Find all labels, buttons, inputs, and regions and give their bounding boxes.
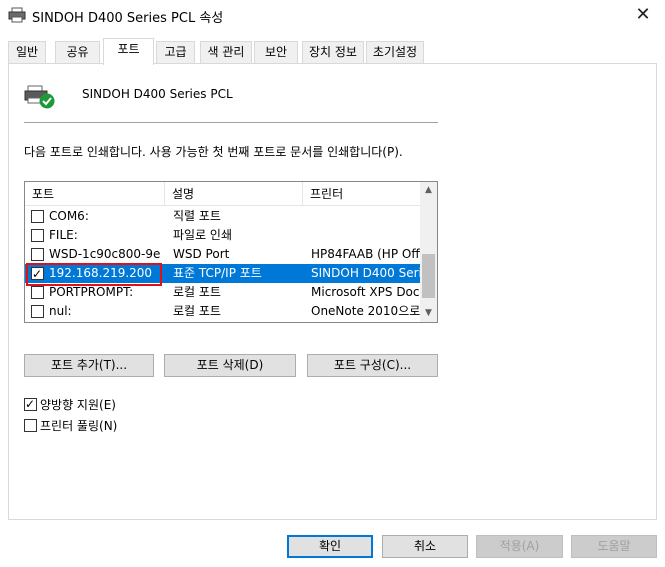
port-checkbox[interactable] xyxy=(31,286,44,299)
port-desc: 로컬 포트 xyxy=(173,304,221,318)
port-name: COM6: xyxy=(49,209,89,223)
port-desc: 로컬 포트 xyxy=(173,285,221,299)
port-desc: WSD Port xyxy=(173,247,230,261)
checkbox-box[interactable] xyxy=(24,419,37,432)
port-name: FILE: xyxy=(49,228,78,242)
tab-security[interactable]: 보안 xyxy=(254,41,298,63)
list-item[interactable]: FILE: 파일로 인쇄 xyxy=(25,226,421,245)
help-button[interactable]: 도움말 xyxy=(571,535,657,558)
chevron-up-icon[interactable]: ▲ xyxy=(420,182,437,199)
configure-port-button[interactable]: 포트 구성(C)... xyxy=(307,354,438,377)
port-name: nul: xyxy=(49,304,72,318)
column-header-description[interactable]: 설명 xyxy=(165,182,303,206)
highlight-box xyxy=(26,263,162,286)
checkbox-label: 양방향 지원(E) xyxy=(40,398,116,412)
apply-button[interactable]: 적용(A) xyxy=(476,535,563,558)
tab-color-management[interactable]: 색 관리 xyxy=(200,41,252,63)
cancel-button[interactable]: 취소 xyxy=(382,535,468,558)
printer-name: SINDOH D400 Series PCL xyxy=(82,87,233,101)
printer-icon xyxy=(24,85,55,109)
tab-initial-settings[interactable]: 초기설정 xyxy=(366,41,424,63)
tab-general[interactable]: 일반 xyxy=(8,41,46,63)
tab-device-settings[interactable]: 장치 정보 xyxy=(302,41,364,63)
port-name: WSD-1c90c800-9e... xyxy=(49,247,161,261)
list-header: 포트 설명 프린터 xyxy=(25,182,421,206)
port-list[interactable]: 포트 설명 프린터 COM6: 직렬 포트 FILE: 파일로 인쇄 WSD-1… xyxy=(24,181,438,323)
port-desc: 직렬 포트 xyxy=(173,209,221,223)
port-printer: OneNote 2010으로 . xyxy=(311,304,421,318)
port-desc: 표준 TCP/IP 포트 xyxy=(173,266,262,280)
port-checkbox[interactable] xyxy=(31,229,44,242)
separator xyxy=(24,122,438,123)
ok-button[interactable]: 확인 xyxy=(287,535,373,558)
add-port-button[interactable]: 포트 추가(T)... xyxy=(24,354,154,377)
list-item[interactable]: COM6: 직렬 포트 xyxy=(25,207,421,226)
delete-port-button[interactable]: 포트 삭제(D) xyxy=(164,354,296,377)
chevron-down-icon[interactable]: ▼ xyxy=(420,305,437,322)
column-header-port[interactable]: 포트 xyxy=(25,182,165,206)
tab-sharing[interactable]: 공유 xyxy=(55,41,100,63)
port-printer: HP84FAAB (HP Office xyxy=(311,247,421,261)
port-checkbox[interactable] xyxy=(31,210,44,223)
list-item[interactable]: WSD-1c90c800-9e... WSD Port HP84FAAB (HP… xyxy=(25,245,421,264)
printer-icon xyxy=(8,7,26,23)
checkbox-label: 프린터 풀링(N) xyxy=(40,419,118,433)
vertical-scrollbar[interactable]: ▲ ▼ xyxy=(420,182,437,322)
tab-ports[interactable]: 포트 xyxy=(103,38,154,65)
port-checkbox[interactable] xyxy=(31,248,44,261)
tab-advanced[interactable]: 고급 xyxy=(156,41,195,63)
port-checkbox[interactable] xyxy=(31,305,44,318)
tab-strip: 일반 공유 포트 고급 색 관리 보안 장치 정보 초기설정 xyxy=(0,38,665,65)
port-desc: 파일로 인쇄 xyxy=(173,228,233,242)
checkbox-box[interactable] xyxy=(24,396,37,412)
column-header-printer[interactable]: 프린터 xyxy=(303,182,421,206)
list-item[interactable]: nul: 로컬 포트 OneNote 2010으로 . xyxy=(25,302,421,321)
window-title: SINDOH D400 Series PCL 속성 xyxy=(32,11,224,26)
port-printer: Microsoft XPS Docu xyxy=(311,285,421,299)
title-bar: SINDOH D400 Series PCL 속성 ✕ xyxy=(0,0,665,32)
port-printer: SINDOH D400 Series xyxy=(311,266,421,280)
port-description: 다음 포트로 인쇄합니다. 사용 가능한 첫 번째 포트로 문서를 인쇄합니다(… xyxy=(24,145,403,159)
scrollbar-thumb[interactable] xyxy=(422,254,435,298)
close-icon[interactable]: ✕ xyxy=(633,4,653,25)
